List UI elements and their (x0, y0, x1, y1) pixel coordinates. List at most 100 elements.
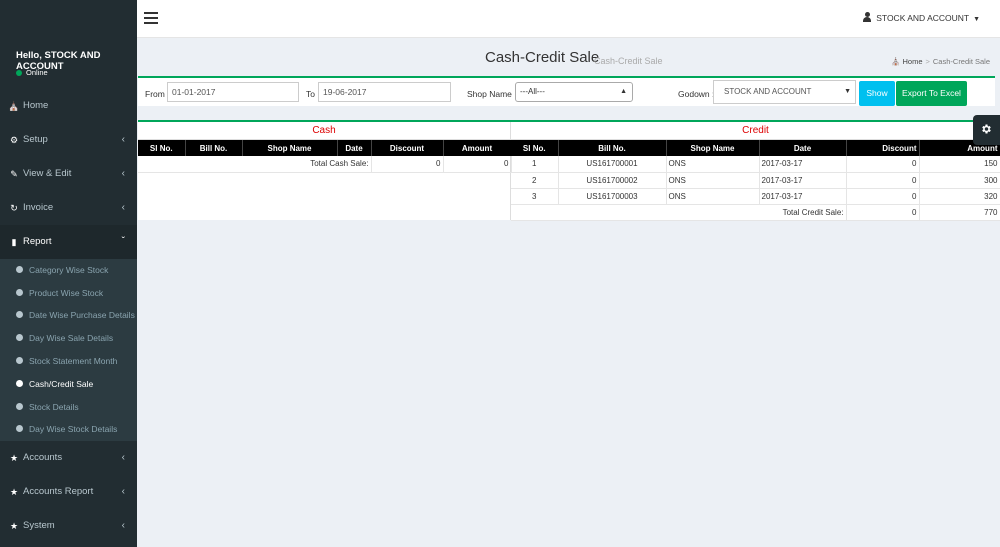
submenu-item-label: Date Wise Purchase Details (29, 310, 135, 320)
edit-icon: ✎ (10, 169, 18, 179)
sidebar-item-accounts[interactable]: ★ Accounts ‹ (0, 441, 137, 475)
sidebar-item-invoice[interactable]: ↻ Invoice ‹ (0, 191, 137, 225)
settings-toggle[interactable] (973, 115, 1000, 145)
submenu-item-product-wise-stock[interactable]: Product Wise Stock (0, 282, 137, 304)
menu-toggle-icon[interactable] (144, 12, 158, 24)
credit-title: Credit (511, 122, 1000, 140)
amount-cell: 150 (919, 156, 1000, 173)
godown-value: STOCK AND ACCOUNT (724, 87, 812, 96)
godown-select[interactable]: STOCK AND ACCOUNT ▼ (713, 80, 856, 104)
chevron-left-icon: ‹ (121, 520, 125, 531)
status-label: Online (26, 68, 48, 77)
shop-cell: ONS (666, 172, 760, 189)
sidebar-item-label: Invoice (23, 202, 54, 213)
date-cell: 2017-03-17 (759, 188, 847, 205)
filter-box: From : To : Shop Name : ---All--- ▲ Godo… (138, 76, 995, 106)
sidebar-item-view-edit[interactable]: ✎ View & Edit ‹ (0, 157, 137, 191)
user-icon (863, 12, 872, 22)
user-menu[interactable]: STOCK AND ACCOUNT ▼ (863, 12, 980, 23)
sidebar-item-label: Accounts Report (23, 486, 94, 497)
submenu-item-label: Stock Statement Month (29, 356, 118, 366)
online-dot-icon (16, 70, 22, 77)
circle-icon (16, 380, 23, 387)
cash-panel: Cash Sl No. Bill No. Shop Name Date Disc… (138, 122, 512, 220)
submenu-item-stock-statement-month[interactable]: Stock Statement Month (0, 350, 137, 372)
sl-cell: 1 (511, 156, 559, 173)
caret-down-icon: ▼ (971, 16, 980, 23)
star-icon: ★ (9, 453, 19, 463)
chevron-left-icon: ‹ (121, 134, 125, 145)
gears-icon: ⚙ (9, 135, 19, 145)
user-menu-label: STOCK AND ACCOUNT (876, 13, 970, 23)
submenu-item-day-wise-stock-details[interactable]: Day Wise Stock Details (0, 418, 137, 440)
sidebar-item-home[interactable]: ⛪ Home (0, 89, 137, 123)
sidebar-item-label: Home (23, 100, 49, 111)
bill-cell: US161700001 (558, 156, 667, 173)
shop-name-select[interactable]: ---All--- ▲ (515, 82, 633, 102)
amount-cell: 300 (919, 172, 1000, 189)
breadcrumb-home[interactable]: ⛪ Home (891, 57, 922, 66)
sl-cell: 2 (511, 172, 559, 189)
shop-cell: ONS (666, 156, 760, 173)
user-panel: Hello, STOCK AND ACCOUNT Online (0, 38, 137, 88)
total-discount: 0 (846, 204, 920, 221)
breadcrumb-home-label: Home (902, 57, 923, 66)
submenu-item-category-wise-stock[interactable]: Category Wise Stock (0, 259, 137, 281)
column-header: Amount (443, 140, 512, 156)
table-row: 3 US161700003 ONS 2017-03-17 0 320 (511, 188, 1000, 205)
discount-cell: 0 (846, 172, 920, 189)
shop-name-label: Shop Name : (467, 89, 517, 99)
sidebar-item-setup[interactable]: ⚙ Setup ‹ (0, 123, 137, 157)
column-header: Date (337, 140, 372, 156)
circle-icon (16, 289, 23, 296)
credit-table-header: Sl No. Bill No. Shop Name Date Discount … (511, 140, 1000, 156)
credit-panel: Credit Sl No. Bill No. Shop Name Date Di… (511, 122, 1000, 221)
total-label: Total Cash Sale: (138, 156, 372, 173)
circle-icon (16, 311, 23, 318)
from-label: From : (145, 89, 170, 99)
credit-table: Sl No. Bill No. Shop Name Date Discount … (511, 140, 1000, 221)
chevron-left-icon: ‹ (121, 202, 125, 213)
total-amount: 770 (919, 204, 1000, 221)
file-icon: ▮ (11, 237, 17, 247)
to-date-input[interactable] (318, 82, 451, 102)
submenu-item-label: Cash/Credit Sale (29, 379, 94, 389)
total-label: Total Credit Sale: (511, 204, 847, 221)
circle-icon (16, 403, 23, 410)
breadcrumb-current: Cash-Credit Sale (932, 57, 990, 66)
submenu-item-cash-credit-sale[interactable]: Cash/Credit Sale (0, 373, 137, 395)
circle-icon (16, 334, 23, 341)
column-header: Discount (846, 140, 920, 156)
user-status: Online (16, 68, 48, 77)
total-discount: 0 (371, 156, 444, 173)
date-cell: 2017-03-17 (759, 156, 847, 173)
show-button[interactable]: Show (859, 81, 895, 106)
sidebar-item-report[interactable]: ▮ Report ˇ (0, 225, 137, 259)
page-subtitle: Cash-Credit Sale (594, 56, 663, 66)
cash-title: Cash (138, 122, 510, 140)
column-header: Sl No. (138, 140, 186, 156)
circle-icon (16, 425, 23, 432)
from-date-input[interactable] (167, 82, 299, 102)
sidebar-item-label: Accounts (23, 452, 63, 463)
circle-icon (16, 357, 23, 364)
breadcrumb-separator: > (925, 57, 930, 66)
submenu-item-stock-details[interactable]: Stock Details (0, 396, 137, 418)
page-title: Cash-Credit Sale (485, 49, 600, 66)
total-amount: 0 (443, 156, 512, 173)
table-row: 1 US161700001 ONS 2017-03-17 0 150 (511, 156, 1000, 173)
breadcrumb: ⛪ Home > Cash-Credit Sale (891, 57, 990, 66)
godown-label: Godown : (678, 89, 715, 99)
cash-total-row: Total Cash Sale: 0 0 (138, 156, 512, 173)
sidebar-item-system[interactable]: ★ System ‹ (0, 509, 137, 543)
sl-cell: 3 (511, 188, 559, 205)
column-header: Bill No. (558, 140, 667, 156)
export-excel-button[interactable]: Export To Excel (896, 81, 967, 106)
submenu-item-day-wise-sale[interactable]: Day Wise Sale Details (0, 327, 137, 349)
report-box: Cash Sl No. Bill No. Shop Name Date Disc… (138, 120, 1000, 221)
top-navbar: STOCK AND ACCOUNT ▼ (137, 0, 1000, 38)
submenu-item-label: Stock Details (29, 402, 79, 412)
submenu-item-date-wise-purchase[interactable]: Date Wise Purchase Details (0, 304, 137, 326)
star-icon: ★ (9, 487, 19, 497)
sidebar-item-accounts-report[interactable]: ★ Accounts Report ‹ (0, 475, 137, 509)
